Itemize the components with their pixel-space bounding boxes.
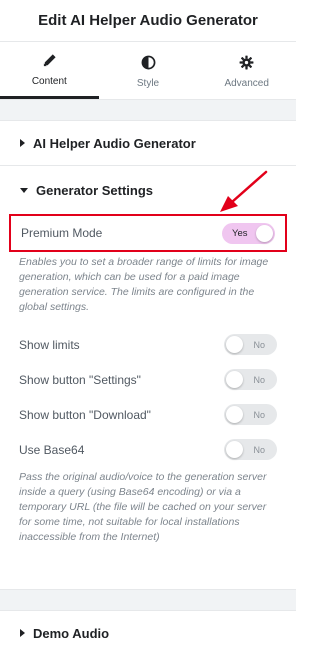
show-settings-toggle[interactable]: No xyxy=(224,369,277,390)
show-settings-label: Show button "Settings" xyxy=(19,372,141,387)
show-limits-toggle[interactable]: No xyxy=(224,334,277,355)
toggle-knob xyxy=(226,336,243,353)
toggle-knob xyxy=(256,224,273,242)
pencil-icon xyxy=(43,54,56,67)
show-limits-label: Show limits xyxy=(19,337,80,352)
premium-mode-control: Premium Mode Yes xyxy=(9,214,287,252)
section-demo-audio-label: Demo Audio xyxy=(33,625,110,641)
section-demo-audio[interactable]: Demo Audio xyxy=(0,610,296,647)
tab-style[interactable]: Style xyxy=(99,42,198,99)
tab-style-label: Style xyxy=(136,77,160,89)
base64-control: Use Base64 No xyxy=(19,432,277,467)
section-generator-header[interactable]: Generator Settings xyxy=(0,166,296,214)
section-generator-label: Generator Settings xyxy=(36,182,154,198)
toggle-knob xyxy=(226,441,243,458)
show-limits-toggle-text: No xyxy=(253,339,265,350)
show-limits-control: Show limits No xyxy=(19,327,277,362)
toggle-knob xyxy=(226,406,243,423)
tab-advanced[interactable]: Advanced xyxy=(197,42,296,99)
toggle-knob xyxy=(226,371,243,388)
tab-bar: Content Style Advanced xyxy=(0,42,296,100)
show-download-toggle-text: No xyxy=(253,409,265,420)
controls-area: AI Helper Audio Generator Generator Sett… xyxy=(0,100,296,647)
show-settings-control: Show button "Settings" No xyxy=(19,362,277,397)
show-download-toggle[interactable]: No xyxy=(224,404,277,425)
caret-right-icon xyxy=(20,629,25,637)
panel-header: Edit AI Helper Audio Generator xyxy=(0,0,296,42)
base64-description: Pass the original audio/voice to the gen… xyxy=(19,471,267,543)
premium-mode-label: Premium Mode xyxy=(21,226,103,240)
base64-toggle[interactable]: No xyxy=(224,439,277,460)
base64-toggle-text: No xyxy=(253,444,265,455)
caret-down-icon xyxy=(20,187,28,193)
half-circle-icon xyxy=(141,55,155,69)
base64-label: Use Base64 xyxy=(19,442,85,457)
tab-content-label: Content xyxy=(31,76,67,87)
show-download-label: Show button "Download" xyxy=(19,407,151,422)
premium-mode-toggle-text: Yes xyxy=(232,227,248,239)
caret-right-icon xyxy=(20,139,25,147)
section-ai-helper[interactable]: AI Helper Audio Generator xyxy=(0,120,296,166)
panel-title: Edit AI Helper Audio Generator xyxy=(38,12,258,29)
premium-mode-toggle[interactable]: Yes xyxy=(222,222,275,244)
show-settings-toggle-text: No xyxy=(253,374,265,385)
premium-mode-description: Enables you to set a broader range of li… xyxy=(19,256,269,313)
gear-icon xyxy=(239,55,254,69)
section-generator-settings: Generator Settings Premium Mode Yes Enab… xyxy=(0,166,296,590)
show-download-control: Show button "Download" No xyxy=(19,397,277,432)
tab-content[interactable]: Content xyxy=(0,42,99,99)
section-ai-helper-label: AI Helper Audio Generator xyxy=(33,135,196,151)
tab-advanced-label: Advanced xyxy=(224,77,269,89)
